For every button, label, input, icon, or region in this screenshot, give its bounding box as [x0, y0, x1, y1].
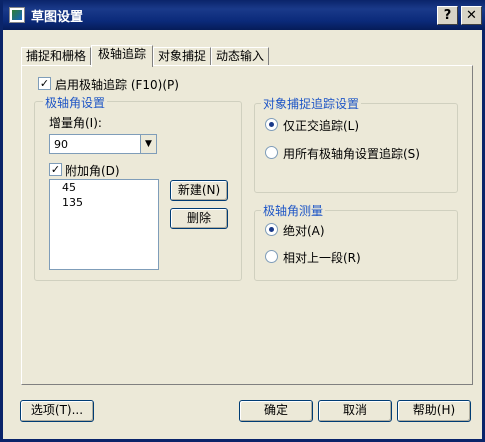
dialog-window: 草图设置 ? ✕ 捕捉和栅格 极轴追踪 对象捕捉 动态输入 ✓ 启用极轴追踪 (…: [0, 0, 485, 442]
all-polar-tracking-label: 用所有极轴角设置追踪(S): [283, 147, 420, 161]
absolute-radio[interactable]: [265, 223, 278, 236]
absolute-label: 绝对(A): [283, 224, 325, 238]
increment-angle-value: 90: [54, 138, 68, 151]
tab-snap-grid[interactable]: 捕捉和栅格: [21, 47, 91, 66]
ok-button[interactable]: 确定: [239, 400, 313, 422]
list-item[interactable]: 135: [50, 195, 158, 210]
new-angle-button[interactable]: 新建(N): [170, 180, 228, 201]
cancel-button[interactable]: 取消: [318, 400, 392, 422]
window-title: 草图设置: [31, 10, 84, 25]
increment-angle-select[interactable]: 90 ▼: [49, 134, 157, 154]
additional-angle-label: 附加角(D): [65, 164, 120, 178]
relative-last-segment-radio[interactable]: [265, 250, 278, 263]
help-button[interactable]: 帮助(H): [397, 400, 471, 422]
relative-last-segment-label: 相对上一段(R): [283, 251, 361, 265]
app-icon: [9, 7, 25, 23]
orthogonal-tracking-label: 仅正交追踪(L): [283, 119, 360, 133]
tab-object-snap[interactable]: 对象捕捉: [153, 47, 211, 66]
title-bar[interactable]: 草图设置 ? ✕: [3, 0, 485, 30]
chevron-down-icon[interactable]: ▼: [140, 135, 156, 153]
additional-angle-checkbox[interactable]: ✓: [49, 163, 62, 176]
snap-tracking-group-title: 对象捕捉追踪设置: [261, 95, 362, 112]
orthogonal-tracking-radio[interactable]: [265, 118, 278, 131]
delete-angle-button[interactable]: 删除: [170, 208, 228, 229]
additional-angle-list[interactable]: 45 135: [49, 179, 159, 270]
increment-angle-label: 增量角(I):: [49, 116, 102, 130]
enable-polar-label: 启用极轴追踪 (F10)(P): [55, 78, 179, 92]
polar-angle-group-title: 极轴角设置: [43, 94, 108, 111]
all-polar-tracking-radio[interactable]: [265, 146, 278, 159]
polar-angle-group: 极轴角设置 增量角(I): 90 ▼ ✓ 附加角(D) 45 135 新建(N)…: [34, 94, 242, 281]
list-item[interactable]: 45: [50, 180, 158, 195]
enable-polar-checkbox[interactable]: ✓: [38, 77, 51, 90]
close-button[interactable]: ✕: [461, 6, 482, 25]
tab-panel: ✓ 启用极轴追踪 (F10)(P) 极轴角设置 增量角(I): 90 ▼ ✓ 附…: [21, 65, 473, 385]
title-help-button[interactable]: ?: [437, 6, 458, 25]
tab-polar-tracking[interactable]: 极轴追踪: [91, 45, 153, 67]
measurement-group-title: 极轴角测量: [261, 202, 326, 219]
measurement-group: 极轴角测量 绝对(A) 相对上一段(R): [254, 202, 458, 281]
snap-tracking-group: 对象捕捉追踪设置 仅正交追踪(L) 用所有极轴角设置追踪(S): [254, 95, 458, 193]
options-button[interactable]: 选项(T)...: [20, 400, 94, 422]
tab-dynamic-input[interactable]: 动态输入: [211, 47, 269, 66]
